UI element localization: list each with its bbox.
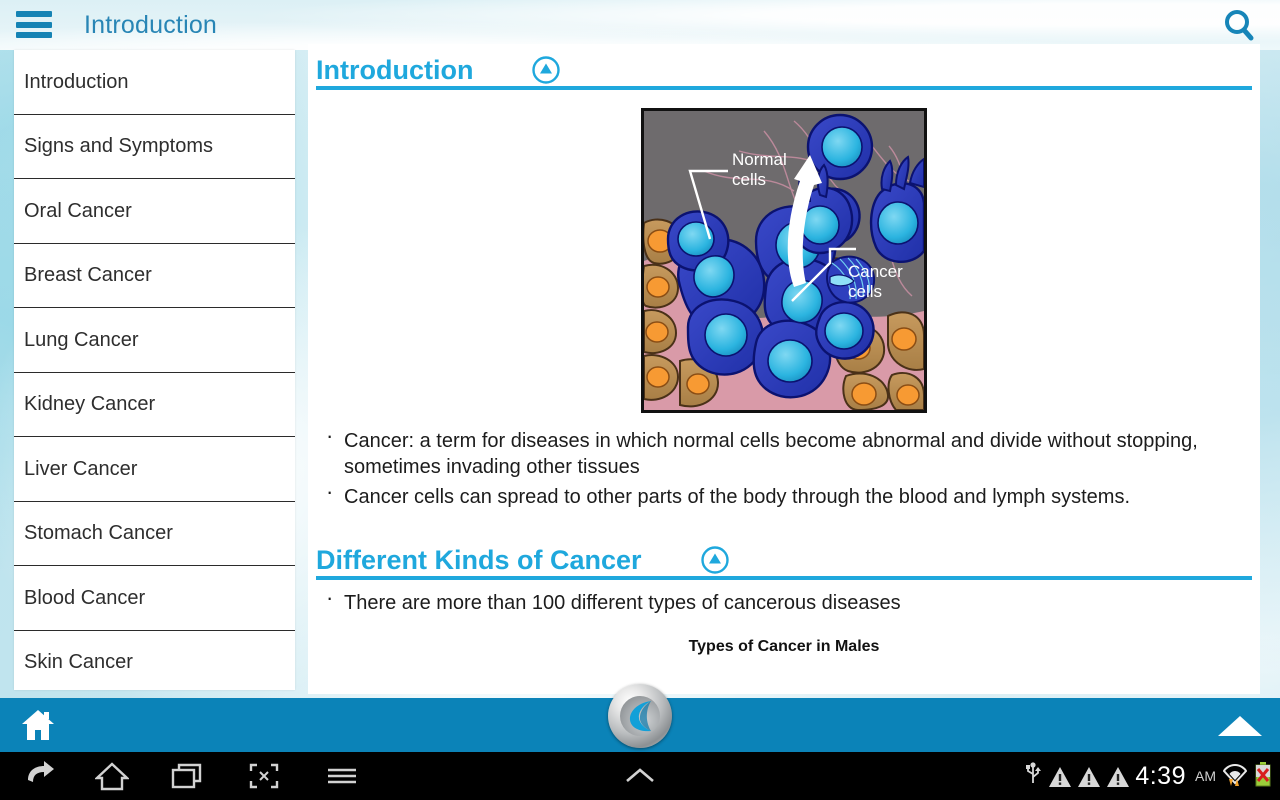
chart-caption: Types of Cancer in Males bbox=[688, 638, 880, 655]
figure-container: Normal cells Cancer cells bbox=[316, 108, 1252, 418]
different-kinds-bullet-list: There are more than 100 different types … bbox=[316, 585, 1252, 616]
home-icon[interactable] bbox=[93, 760, 131, 792]
content-panel[interactable]: Introduction Normal cells Cancer cells ·… bbox=[308, 44, 1260, 694]
warning-triangle-icon bbox=[1077, 766, 1101, 787]
section-header-different-kinds-of-cancer: Different Kinds of Cancer bbox=[316, 534, 1252, 580]
usb-icon bbox=[1025, 761, 1042, 791]
scroll-to-top-icon[interactable] bbox=[1218, 716, 1262, 736]
list-item: There are more than 100 different types … bbox=[316, 585, 1252, 616]
screenshot-icon[interactable] bbox=[247, 760, 281, 792]
section-header-introduction: Introduction bbox=[316, 44, 1252, 90]
list-item: Cancer: a term for diseases in which nor… bbox=[316, 423, 1252, 480]
app-background: Introduction Introduction Signs and Symp… bbox=[0, 0, 1280, 752]
sidebar-item-label: Oral Cancer bbox=[24, 199, 132, 222]
app-logo-icon[interactable] bbox=[608, 684, 672, 748]
sidebar-item-label: Lung Cancer bbox=[24, 328, 139, 351]
status-bar: 4:39 AM bbox=[1025, 752, 1272, 800]
sidebar-item-label: Blood Cancer bbox=[24, 586, 146, 609]
sidebar-item-label: Liver Cancer bbox=[24, 457, 138, 480]
figure-label-normal-cells: Normal bbox=[732, 150, 787, 169]
section-title: Introduction bbox=[316, 55, 474, 85]
hamburger-bar bbox=[16, 21, 52, 28]
app-header: Introduction bbox=[0, 0, 1280, 50]
sidebar-item-lung-cancer[interactable]: Lung Cancer bbox=[14, 308, 295, 373]
back-icon[interactable] bbox=[22, 760, 56, 792]
warning-triangle-icon bbox=[1048, 766, 1072, 787]
sidebar-item-label: Kidney Cancer bbox=[24, 393, 156, 416]
sidebar-menu[interactable]: Introduction Signs and Symptoms Oral Can… bbox=[14, 50, 295, 690]
figure-label-cancer-cells: Cancer bbox=[848, 262, 903, 281]
hamburger-bar bbox=[16, 11, 52, 17]
sidebar-item-label: Breast Cancer bbox=[24, 264, 152, 287]
menu-icon[interactable] bbox=[325, 760, 359, 792]
cancer-cells-illustration: Normal cells Cancer cells bbox=[644, 111, 924, 410]
sidebar-item-stomach-cancer[interactable]: Stomach Cancer bbox=[14, 502, 295, 566]
sidebar-item-label: Introduction bbox=[24, 70, 129, 93]
collapse-keyboard-icon[interactable] bbox=[623, 760, 657, 792]
figure-label-cancer-cells-2: cells bbox=[848, 282, 882, 301]
sidebar-item-breast-cancer[interactable]: Breast Cancer bbox=[14, 244, 295, 308]
sidebar-item-oral-cancer[interactable]: Oral Cancer bbox=[14, 179, 295, 244]
sidebar-item-label: Stomach Cancer bbox=[24, 522, 173, 545]
logo-swoosh-icon bbox=[629, 701, 651, 732]
hamburger-menu-icon[interactable] bbox=[16, 11, 52, 38]
home-icon[interactable] bbox=[20, 708, 56, 742]
sidebar-item-label: Skin Cancer bbox=[24, 651, 133, 674]
content-inner: Introduction Normal cells Cancer cells ·… bbox=[308, 44, 1260, 656]
status-meridiem: AM bbox=[1195, 768, 1216, 784]
sidebar-item-introduction[interactable]: Introduction bbox=[14, 50, 295, 115]
page-title: Introduction bbox=[84, 11, 218, 39]
sidebar-item-kidney-cancer[interactable]: Kidney Cancer bbox=[14, 373, 295, 437]
figure-label-normal-cells-2: cells bbox=[732, 170, 766, 189]
battery-error-icon bbox=[1254, 761, 1272, 792]
hamburger-bar bbox=[16, 32, 52, 38]
collapse-up-icon[interactable] bbox=[531, 55, 561, 85]
wifi-icon bbox=[1222, 761, 1248, 792]
collapse-up-icon[interactable] bbox=[700, 545, 730, 575]
sidebar-item-label: Signs and Symptoms bbox=[24, 135, 213, 158]
warning-triangle-icon bbox=[1106, 766, 1130, 787]
sidebar-item-blood-cancer[interactable]: Blood Cancer bbox=[14, 566, 295, 631]
android-navbar: 4:39 AM bbox=[0, 752, 1280, 800]
sidebar-item-liver-cancer[interactable]: Liver Cancer bbox=[14, 437, 295, 502]
list-item: Cancer cells can spread to other parts o… bbox=[316, 479, 1252, 510]
introduction-bullet-list: Cancer: a term for diseases in which nor… bbox=[316, 423, 1252, 510]
bottom-app-bar bbox=[0, 684, 1280, 752]
sidebar-item-signs-and-symptoms[interactable]: Signs and Symptoms bbox=[14, 115, 295, 179]
sidebar-item-skin-cancer[interactable]: Skin Cancer bbox=[14, 631, 295, 691]
search-icon[interactable] bbox=[1220, 6, 1260, 46]
section-title: Different Kinds of Cancer bbox=[316, 545, 642, 575]
status-clock: 4:39 bbox=[1135, 761, 1186, 790]
cancer-cells-diagram: Normal cells Cancer cells bbox=[641, 108, 927, 413]
app-logo-inner bbox=[620, 696, 660, 736]
recent-apps-icon[interactable] bbox=[170, 760, 204, 792]
screen: Introduction Introduction Signs and Symp… bbox=[0, 0, 1280, 800]
